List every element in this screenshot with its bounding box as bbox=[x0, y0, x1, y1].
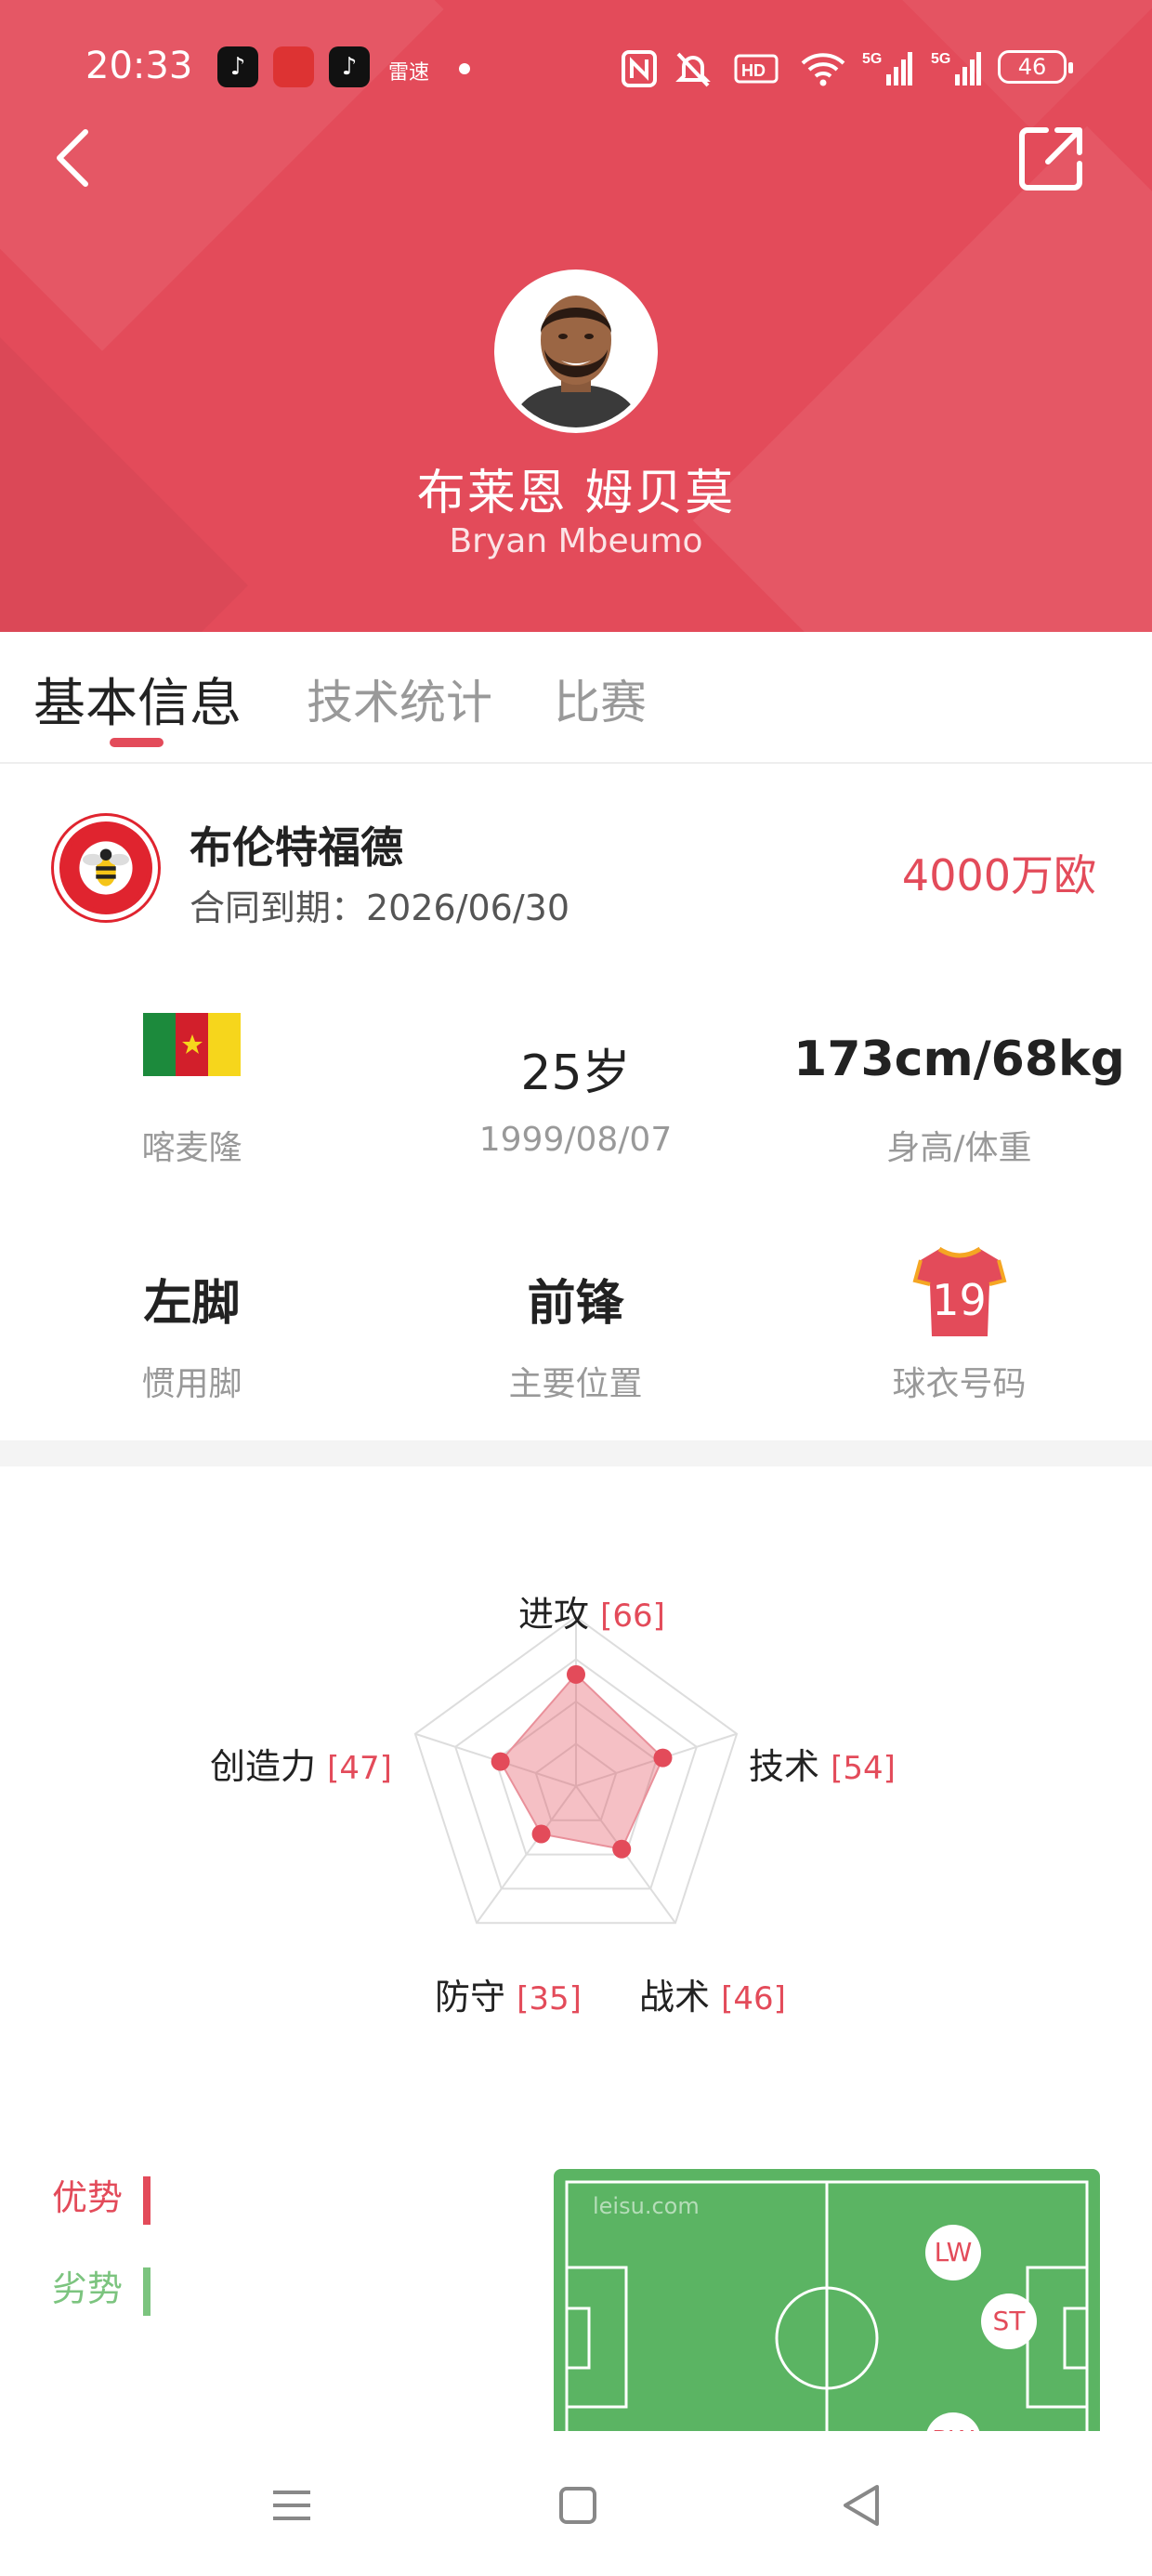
radar-point bbox=[567, 1664, 585, 1684]
svg-text:5G: 5G bbox=[931, 51, 950, 67]
nationality: 喀麦隆 bbox=[141, 1129, 242, 1167]
position-marker-st: ST bbox=[981, 2293, 1037, 2349]
preferred-foot-label: 惯用脚 bbox=[141, 1365, 242, 1403]
birthdate: 1999/08/07 bbox=[478, 1121, 673, 1159]
tiktok-icon: ♪ bbox=[217, 46, 258, 87]
weaknesses-legend[interactable]: 劣势 bbox=[52, 2260, 151, 2316]
strengths-label: 优势 bbox=[52, 2177, 124, 2218]
battery-icon: 46 bbox=[998, 50, 1073, 84]
chevron-left-icon[interactable] bbox=[46, 121, 102, 195]
weaknesses-label: 劣势 bbox=[52, 2268, 124, 2309]
position-field: leisu.com LW ST RW bbox=[554, 2169, 1100, 2431]
radar-value-area bbox=[499, 1673, 664, 1850]
club-name[interactable]: 布伦特福德 bbox=[190, 814, 403, 875]
nationality-flag-wrap bbox=[0, 1013, 384, 1080]
player-name-en: Bryan Mbeumo bbox=[449, 522, 703, 560]
section-divider bbox=[0, 1440, 1152, 1466]
field-watermark: leisu.com bbox=[593, 2193, 700, 2219]
strengths-legend[interactable]: 优势 bbox=[52, 2169, 151, 2225]
radar-label-defense: 防守 [35] bbox=[435, 1968, 582, 2019]
position-marker-lw: LW bbox=[925, 2225, 981, 2280]
radar-label-attack: 进攻 [66] bbox=[518, 1585, 665, 1636]
radar-technique-name: 技术 bbox=[749, 1746, 820, 1787]
tab-indicator bbox=[110, 738, 164, 747]
status-time: 20:33 bbox=[85, 45, 193, 87]
system-nav-bar bbox=[0, 2431, 1152, 2576]
mute-icon bbox=[675, 52, 711, 87]
radar-defense-value: [35] bbox=[517, 1980, 582, 2017]
contract-expiry: 合同到期：2026/06/30 bbox=[190, 887, 570, 928]
shirt-number-label: 球衣号码 bbox=[892, 1365, 1027, 1403]
main-position: 前锋 bbox=[527, 1276, 624, 1332]
club-logo[interactable] bbox=[54, 816, 158, 920]
radar-tactics-value: [46] bbox=[721, 1980, 786, 2017]
player-avatar bbox=[494, 269, 658, 433]
radar-attack-value: [66] bbox=[600, 1597, 665, 1635]
share-icon[interactable] bbox=[1015, 121, 1089, 195]
radar-point bbox=[653, 1748, 673, 1768]
radar-label-technique: 技术 [54] bbox=[749, 1738, 896, 1789]
shirt-number-wrap: 19 bbox=[767, 1243, 1151, 1344]
more-notifications-dot bbox=[459, 63, 470, 74]
tab-bar: 基本信息 技术统计 比赛 bbox=[0, 632, 1152, 764]
radar-defense-name: 防守 bbox=[435, 1977, 506, 2017]
hd-voice-icon: HD bbox=[734, 54, 779, 84]
strengths-marker bbox=[143, 2175, 151, 2225]
market-value: 4000万欧 bbox=[901, 850, 1096, 900]
tab-tech-stats[interactable]: 技术统计 bbox=[307, 665, 492, 732]
tab-basic-info[interactable]: 基本信息 bbox=[33, 662, 242, 737]
tab-matches[interactable]: 比赛 bbox=[554, 665, 647, 732]
radar-tactics-name: 战术 bbox=[639, 1977, 711, 2017]
status-bar: 20:33 ♪ ♪ 雷速 HD 5G 5G 46 bbox=[0, 37, 1152, 102]
tiktok-lite-icon: ♪ bbox=[329, 46, 370, 87]
radar-technique-value: [54] bbox=[831, 1750, 896, 1787]
weaknesses-marker bbox=[143, 2267, 151, 2316]
svg-text:5G: 5G bbox=[862, 51, 882, 67]
signal-5g-icon: 5G bbox=[931, 51, 981, 85]
radar-label-creativity: 创造力 [47] bbox=[210, 1738, 392, 1789]
svg-text:HD: HD bbox=[741, 61, 766, 80]
aoke-icon bbox=[273, 46, 314, 87]
radar-label-tactics: 战术 [46] bbox=[639, 1968, 786, 2019]
shirt-number: 19 bbox=[932, 1275, 987, 1325]
radar-attack-name: 进攻 bbox=[518, 1594, 590, 1635]
player-name-cn: 布莱恩 姆贝莫 bbox=[416, 466, 736, 521]
main-position-label: 主要位置 bbox=[508, 1365, 643, 1403]
cameroon-flag-icon bbox=[142, 1013, 242, 1076]
menu-icon[interactable] bbox=[266, 2479, 318, 2531]
height-weight-label: 身高/体重 bbox=[886, 1129, 1032, 1167]
radar-point bbox=[531, 1824, 551, 1844]
signal-5g-icon: 5G bbox=[862, 51, 912, 85]
preferred-foot: 左脚 bbox=[143, 1276, 241, 1332]
home-icon[interactable] bbox=[552, 2479, 604, 2531]
notification-label: 雷速 bbox=[388, 61, 430, 85]
radar-creativity-value: [47] bbox=[327, 1750, 392, 1787]
wifi-icon bbox=[801, 53, 845, 86]
nfc-icon bbox=[622, 50, 657, 87]
radar-creativity-name: 创造力 bbox=[210, 1746, 317, 1787]
radar-point bbox=[491, 1752, 510, 1771]
jersey-icon: 19 bbox=[911, 1243, 1008, 1340]
height-weight: 173cm/68kg bbox=[793, 1032, 1125, 1087]
player-age: 25岁 bbox=[520, 1045, 631, 1101]
back-icon[interactable] bbox=[836, 2479, 888, 2531]
radar-point bbox=[612, 1839, 632, 1859]
player-header: 20:33 ♪ ♪ 雷速 HD 5G 5G 46 布莱恩 姆贝莫 Bryan M… bbox=[0, 0, 1152, 632]
player-photo bbox=[500, 275, 652, 427]
